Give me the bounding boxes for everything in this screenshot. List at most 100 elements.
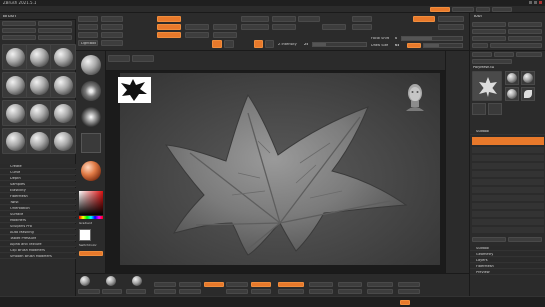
- canvas-top-button-1[interactable]: [108, 55, 130, 62]
- shelf-button-15[interactable]: [298, 16, 320, 22]
- bottom-button-4[interactable]: [154, 282, 176, 287]
- standard-brush-icon[interactable]: [81, 55, 101, 75]
- brush-tile-6[interactable]: [50, 72, 76, 98]
- bottom-orange-2[interactable]: [251, 282, 271, 287]
- subtool-slot-11[interactable]: [472, 227, 544, 233]
- shelf-button-18[interactable]: [352, 24, 372, 30]
- draw-button[interactable]: [224, 40, 234, 48]
- brush-tile-7[interactable]: [2, 100, 28, 126]
- shelf-button-12[interactable]: [241, 24, 269, 30]
- shelf-button-20[interactable]: [438, 24, 464, 30]
- bottom-button-9[interactable]: [226, 289, 248, 294]
- shelf-button-10[interactable]: [213, 32, 237, 38]
- canvas-top-button-2[interactable]: [132, 55, 154, 62]
- color-picker[interactable]: [79, 191, 103, 215]
- bottom-button-3[interactable]: [126, 289, 146, 294]
- shelf-button-11[interactable]: [241, 16, 269, 22]
- menu-surface[interactable]: Surface: [0, 212, 76, 217]
- shelf-orange-3[interactable]: [157, 32, 181, 38]
- import-brush-button[interactable]: [2, 35, 36, 40]
- shelf-button-16[interactable]: [322, 24, 346, 30]
- bottom-icon-2[interactable]: [106, 276, 116, 286]
- current-tool-tile[interactable]: [472, 71, 502, 101]
- bottom-button-17[interactable]: [367, 289, 393, 294]
- menu-create[interactable]: Create: [0, 164, 76, 169]
- export-button[interactable]: [508, 36, 542, 41]
- brush-tile-5[interactable]: [26, 72, 52, 98]
- bottom-orange-1[interactable]: [204, 282, 224, 287]
- brush-tile-10[interactable]: [2, 128, 28, 154]
- lightbox-button[interactable]: LightBox: [78, 40, 98, 46]
- save-brush-button[interactable]: [38, 21, 72, 26]
- tool-tile-polymesh[interactable]: [505, 87, 519, 101]
- bottom-button-13[interactable]: [309, 289, 333, 294]
- quick-save-button[interactable]: [430, 7, 450, 12]
- bottom-button-14[interactable]: [338, 282, 362, 287]
- draw-size-slider[interactable]: [423, 43, 463, 48]
- stroke-icon[interactable]: [81, 81, 101, 101]
- maximize-icon[interactable]: [534, 1, 537, 4]
- zadd-button[interactable]: [254, 40, 263, 48]
- subtool-slot-2[interactable]: [472, 155, 544, 161]
- menu-tablet-pressure[interactable]: Tablet Pressure: [0, 236, 76, 241]
- bottom-button-2[interactable]: [102, 289, 122, 294]
- goz-button[interactable]: [472, 52, 492, 57]
- alpha-icon[interactable]: [81, 107, 101, 127]
- tool-tile-cylinder[interactable]: [521, 71, 535, 85]
- shelf-button-9[interactable]: [213, 24, 237, 30]
- default-zscript-button[interactable]: [492, 7, 512, 12]
- shelf-button-2[interactable]: [78, 24, 98, 30]
- bottom-button-8[interactable]: [226, 282, 248, 287]
- shelf-button-5[interactable]: [101, 24, 123, 30]
- shelf-button-13[interactable]: [272, 16, 296, 22]
- menu-curve[interactable]: Curve: [0, 170, 76, 175]
- bottom-button-19[interactable]: [398, 289, 420, 294]
- bottom-button-6[interactable]: [179, 282, 201, 287]
- brush-tile-4[interactable]: [2, 72, 28, 98]
- brush-tile-9[interactable]: [50, 100, 76, 126]
- z-intensity-slider[interactable]: [312, 42, 367, 47]
- lightbox-tools-button[interactable]: [472, 59, 512, 64]
- subtool-slot-1[interactable]: [472, 147, 544, 153]
- bottom-button-15[interactable]: [338, 289, 362, 294]
- menu-orientation[interactable]: Orientation: [0, 206, 76, 211]
- shelf-orange-4[interactable]: [413, 16, 435, 22]
- bottom-button-10[interactable]: [251, 289, 271, 294]
- shelf-button-3[interactable]: [78, 32, 98, 38]
- visible-button[interactable]: [516, 52, 542, 57]
- canvas-document[interactable]: [118, 73, 440, 265]
- close-icon[interactable]: [539, 1, 542, 4]
- edit-toggle[interactable]: [212, 40, 222, 48]
- subtool-header[interactable]: Subtool: [470, 129, 545, 135]
- shelf-button-8[interactable]: [185, 32, 209, 38]
- focal-shift-slider[interactable]: [401, 36, 463, 41]
- alternate-button[interactable]: [79, 251, 103, 256]
- brush-tile-11[interactable]: [26, 128, 52, 154]
- menu-smooth-brush[interactable]: Smooth Brush Modifiers: [0, 254, 76, 259]
- rmenu-geometry[interactable]: Geometry: [470, 252, 545, 257]
- minimize-icon[interactable]: [529, 1, 532, 4]
- subtool-slot-9[interactable]: [472, 211, 544, 217]
- menu-alpha-texture[interactable]: Alpha and Texture: [0, 242, 76, 247]
- tool-tile-extra-2[interactable]: [488, 103, 502, 115]
- list-all-button[interactable]: [472, 237, 506, 242]
- tool-tile-leaf[interactable]: [521, 87, 535, 101]
- load-brush-button[interactable]: [2, 21, 36, 26]
- rmenu-layers[interactable]: Layers: [470, 258, 545, 263]
- shelf-button-21[interactable]: [101, 40, 123, 46]
- tool-tile-sphere[interactable]: [505, 71, 519, 85]
- bottom-icon-1[interactable]: [80, 276, 90, 286]
- import-button[interactable]: [472, 36, 506, 41]
- texture-icon[interactable]: [81, 133, 101, 153]
- status-orange-button[interactable]: [400, 300, 410, 305]
- menu-samples[interactable]: Samples: [0, 182, 76, 187]
- subtool-item-active[interactable]: [472, 137, 544, 145]
- shelf-button-6[interactable]: [101, 32, 123, 38]
- brush-tile-12[interactable]: [50, 128, 76, 154]
- reset-brush-button[interactable]: [38, 28, 72, 33]
- shelf-orange-1[interactable]: [157, 16, 181, 22]
- shelf-button-19[interactable]: [438, 16, 464, 22]
- rmenu-fibermesh[interactable]: FiberMesh: [470, 264, 545, 269]
- bottom-icon-3[interactable]: [132, 276, 142, 286]
- export-brush-button[interactable]: [38, 35, 72, 40]
